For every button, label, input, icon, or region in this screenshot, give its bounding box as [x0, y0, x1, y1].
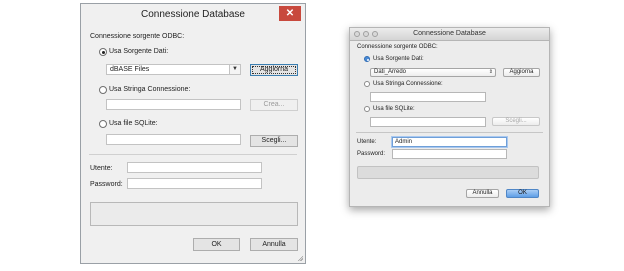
mac-dialog-title: Connessione Database [413, 30, 486, 37]
close-icon[interactable]: ✕ [279, 6, 301, 21]
ok-button[interactable]: OK [193, 238, 240, 251]
radio-connection-string-label: Usa Stringa Connessione: [109, 86, 191, 93]
refresh-button[interactable]: Aggiorna [250, 64, 298, 76]
mac-connection-string-field[interactable] [370, 92, 486, 102]
windows-dialog: Connessione Database ✕ Connessione sorge… [80, 3, 306, 264]
mac-data-source-popup[interactable]: Dati_Arredo ⇕ [370, 68, 496, 77]
mac-divider [356, 132, 543, 133]
mac-status-area [357, 166, 539, 179]
mac-data-source-value: Dati_Arredo [374, 69, 407, 75]
radio-sqlite-label: Usa file SQLite: [109, 120, 158, 127]
windows-dialog-title: Connessione Database [141, 9, 245, 20]
status-area [90, 202, 298, 226]
popup-arrows-icon: ⇕ [488, 69, 493, 75]
radio-data-source[interactable] [99, 48, 107, 56]
password-field[interactable] [127, 178, 262, 189]
mac-section-label: Connessione sorgente ODBC: [357, 44, 438, 50]
mac-radio-sqlite[interactable] [364, 106, 370, 112]
mac-user-label: Utente: [357, 139, 377, 145]
cancel-button[interactable]: Annulla [250, 238, 298, 251]
mac-sqlite-file-field[interactable] [370, 117, 486, 127]
sqlite-file-field[interactable] [106, 134, 241, 145]
mac-refresh-button[interactable]: Aggiorna [503, 68, 540, 77]
mac-dialog: Connessione Database Connessione sorgent… [349, 27, 550, 207]
radio-sqlite[interactable] [99, 120, 107, 128]
mac-radio-data-source-label: Usa Sorgente Dati: [373, 56, 424, 62]
user-field[interactable] [127, 162, 262, 173]
section-label: Connessione sorgente ODBC: [90, 33, 185, 40]
chevron-down-icon: ▼ [229, 65, 240, 74]
resize-grip-icon[interactable] [297, 255, 303, 261]
password-label: Password: [90, 181, 123, 188]
divider [89, 154, 297, 155]
mac-password-label: Password: [357, 151, 386, 157]
data-source-value: dBASE Files [110, 66, 150, 73]
radio-connection-string[interactable] [99, 86, 107, 94]
mac-radio-connection-string-label: Usa Stringa Connessione: [373, 81, 443, 87]
user-label: Utente: [90, 165, 113, 172]
radio-data-source-label: Usa Sorgente Dati: [109, 48, 169, 55]
windows-titlebar[interactable]: Connessione Database ✕ [81, 4, 305, 24]
mac-radio-sqlite-label: Usa file SQLite: [373, 106, 415, 112]
connection-string-field[interactable] [106, 99, 241, 110]
mac-titlebar[interactable]: Connessione Database [350, 28, 549, 41]
mac-radio-data-source[interactable] [364, 56, 370, 62]
mac-choose-button[interactable]: Scegli... [492, 117, 540, 126]
mac-radio-connection-string[interactable] [364, 81, 370, 87]
mac-cancel-button[interactable]: Annulla [466, 189, 499, 198]
data-source-dropdown[interactable]: dBASE Files ▼ [106, 64, 241, 75]
mac-ok-button[interactable]: OK [506, 189, 539, 198]
mac-password-field[interactable] [392, 149, 507, 159]
create-button[interactable]: Crea... [250, 99, 298, 111]
choose-button[interactable]: Scegli... [250, 135, 298, 147]
mac-user-field[interactable]: Admin [392, 137, 507, 147]
